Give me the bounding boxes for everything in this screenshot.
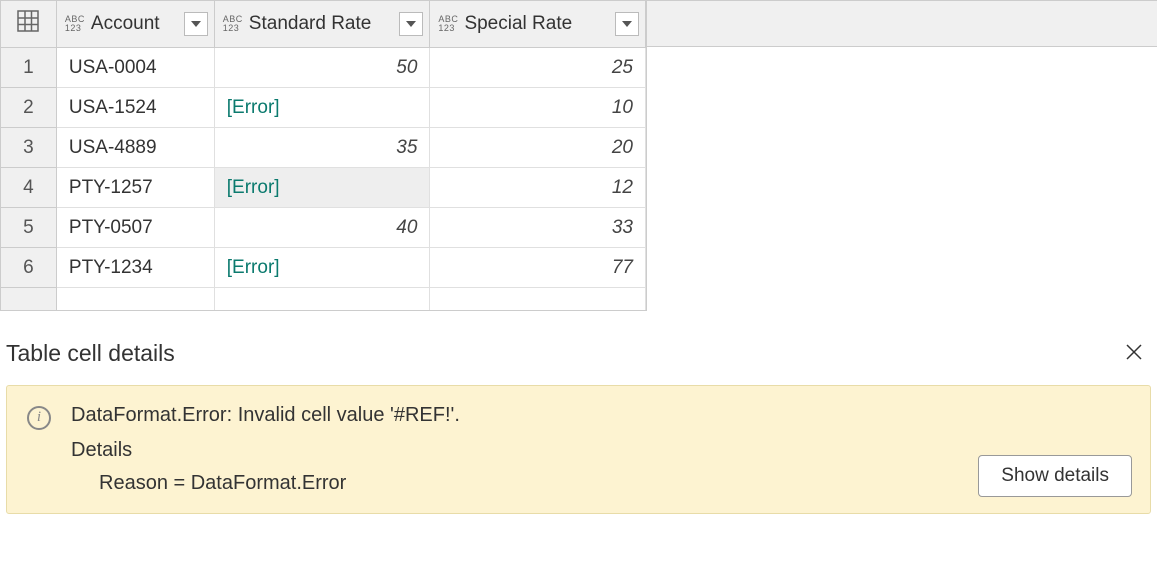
- table-row[interactable]: 5PTY-05074033: [1, 208, 646, 248]
- standard-rate-cell[interactable]: 40: [214, 208, 430, 248]
- table-row[interactable]: 3USA-48893520: [1, 128, 646, 168]
- column-header-account[interactable]: ABC 123 Account: [56, 1, 214, 48]
- type-any-icon: ABC 123: [65, 15, 85, 33]
- special-rate-cell[interactable]: 25: [430, 48, 646, 88]
- column-header-special-rate[interactable]: ABC 123 Special Rate: [430, 1, 646, 48]
- header-background-strip: [647, 0, 1157, 47]
- error-message-box: i DataFormat.Error: Invalid cell value '…: [6, 385, 1151, 514]
- info-icon: i: [27, 406, 51, 430]
- close-icon: [1125, 343, 1143, 361]
- type-any-icon: ABC 123: [438, 15, 458, 33]
- account-cell[interactable]: USA-0004: [56, 48, 214, 88]
- type-any-icon: ABC 123: [223, 15, 243, 33]
- column-name-label: Account: [91, 13, 180, 35]
- error-cell[interactable]: [Error]: [214, 168, 430, 208]
- account-cell[interactable]: PTY-1257: [56, 168, 214, 208]
- row-number-cell[interactable]: 5: [1, 208, 57, 248]
- account-cell[interactable]: PTY-0507: [56, 208, 214, 248]
- empty-row: [1, 288, 646, 310]
- details-label: Details: [71, 439, 1130, 462]
- column-name-label: Special Rate: [464, 13, 611, 35]
- account-cell[interactable]: USA-4889: [56, 128, 214, 168]
- table-row[interactable]: 4PTY-1257[Error]12: [1, 168, 646, 208]
- special-rate-cell[interactable]: 12: [430, 168, 646, 208]
- standard-rate-cell[interactable]: 35: [214, 128, 430, 168]
- special-rate-cell[interactable]: 33: [430, 208, 646, 248]
- error-reason-text: Reason = DataFormat.Error: [99, 472, 1130, 495]
- column-name-label: Standard Rate: [249, 13, 396, 35]
- cell-details-panel: Table cell details i DataFormat.Error: I…: [0, 337, 1157, 514]
- table-icon: [17, 16, 39, 37]
- error-cell[interactable]: [Error]: [214, 88, 430, 128]
- table-row[interactable]: 6PTY-1234[Error]77: [1, 248, 646, 288]
- column-filter-button[interactable]: [184, 12, 208, 36]
- row-number-cell[interactable]: 4: [1, 168, 57, 208]
- row-number-cell[interactable]: 2: [1, 88, 57, 128]
- row-number-cell[interactable]: 1: [1, 48, 57, 88]
- account-cell[interactable]: USA-1524: [56, 88, 214, 128]
- column-filter-button[interactable]: [615, 12, 639, 36]
- error-cell[interactable]: [Error]: [214, 248, 430, 288]
- column-header-standard-rate[interactable]: ABC 123 Standard Rate: [214, 1, 430, 48]
- row-number-cell[interactable]: 6: [1, 248, 57, 288]
- special-rate-cell[interactable]: 77: [430, 248, 646, 288]
- standard-rate-cell[interactable]: 50: [214, 48, 430, 88]
- table-row[interactable]: 1USA-00045025: [1, 48, 646, 88]
- special-rate-cell[interactable]: 20: [430, 128, 646, 168]
- table-row[interactable]: 2USA-1524[Error]10: [1, 88, 646, 128]
- account-cell[interactable]: PTY-1234: [56, 248, 214, 288]
- error-message-text: DataFormat.Error: Invalid cell value '#R…: [71, 404, 1130, 427]
- table-corner-cell[interactable]: [1, 1, 57, 48]
- special-rate-cell[interactable]: 10: [430, 88, 646, 128]
- details-title: Table cell details: [6, 340, 175, 367]
- show-details-button[interactable]: Show details: [978, 455, 1132, 497]
- column-filter-button[interactable]: [399, 12, 423, 36]
- close-button[interactable]: [1117, 337, 1151, 371]
- row-number-cell[interactable]: 3: [1, 128, 57, 168]
- data-table: ABC 123 Account ABC: [0, 0, 647, 311]
